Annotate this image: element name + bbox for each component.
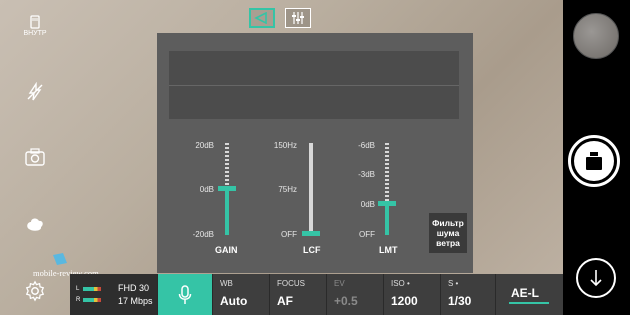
bitrate-text: 17 Mbps [118, 296, 153, 306]
flash-off-button[interactable] [20, 78, 50, 106]
lcf-knob[interactable] [302, 231, 320, 236]
resolution-text: FHD 30 [118, 283, 150, 293]
gain-tick-top: 20dB [195, 141, 214, 150]
lcf-label: LCF [303, 245, 321, 255]
storage-button[interactable]: ВНУТР [20, 12, 50, 40]
microphone-button[interactable] [158, 274, 213, 315]
video-format-cell[interactable]: L R FHD 30 17 Mbps [70, 274, 158, 315]
storage-label: ВНУТР [23, 30, 47, 37]
gain-label: GAIN [215, 245, 238, 255]
blob-shape-icon [27, 218, 43, 231]
down-arrow-icon [590, 270, 602, 287]
level-meter-l [83, 287, 101, 291]
gallery-thumbnail[interactable] [573, 13, 619, 59]
focus-value: AF [277, 294, 293, 308]
right-control-bar [563, 0, 630, 315]
iso-label: ISO • [391, 279, 410, 288]
ev-label: EV [334, 279, 345, 288]
flash-off-icon [27, 82, 43, 101]
audio-level-meter [169, 51, 459, 119]
level-label-l: L [76, 286, 80, 292]
audio-levels-icon [292, 12, 304, 24]
gain-tick-bottom: -20dB [192, 230, 214, 239]
settings-icon [25, 280, 45, 302]
shutter-speed-cell[interactable]: S • 1/30 [441, 274, 496, 315]
lcf-tick-top: 150Hz [273, 141, 297, 150]
focus-cell[interactable]: FOCUS AF [270, 274, 327, 315]
camera-shutter-icon [586, 152, 602, 170]
mode-button[interactable] [20, 210, 50, 238]
settings-button[interactable] [20, 277, 50, 305]
ev-value: +0.5 [334, 294, 358, 308]
level-label-r: R [76, 297, 81, 303]
lcf-tick-bottom: OFF [281, 230, 297, 239]
lmt-knob[interactable] [378, 201, 396, 206]
lmt-tick-1: -6dB [358, 141, 375, 150]
camera-switch-icon [25, 148, 45, 166]
wb-label: WB [220, 279, 233, 288]
iso-value: 1200 [391, 294, 418, 308]
iso-cell[interactable]: ISO • 1200 [384, 274, 441, 315]
preset-icon [53, 253, 67, 265]
lcf-tick-mid: 75Hz [278, 185, 297, 194]
ae-lock-cell[interactable]: AE-L [496, 274, 563, 315]
ae-lock-underline [509, 302, 549, 304]
wind-noise-filter-label: Фильтр шума ветра [432, 218, 464, 248]
focus-label: FOCUS [277, 279, 305, 288]
gain-tick-mid: 0dB [199, 185, 214, 194]
lmt-fill [385, 204, 389, 235]
lmt-label: LMT [379, 245, 398, 255]
audio-levels-toggle[interactable] [285, 8, 311, 28]
back-button[interactable] [576, 258, 616, 298]
audio-settings-panel: 20dB 0dB -20dB GAIN 150Hz 75Hz OFF LCF -… [157, 33, 473, 273]
lmt-tick-4: OFF [359, 230, 375, 239]
audio-mixer-icon [254, 12, 267, 24]
shutter-label: S • [448, 279, 459, 288]
lmt-tick-2: -3dB [358, 170, 375, 179]
ev-cell[interactable]: EV +0.5 [327, 274, 384, 315]
shutter-value: 1/30 [448, 294, 472, 308]
bottom-settings-bar: L R FHD 30 17 Mbps WB Auto FOCUS AF EV +… [70, 274, 563, 315]
white-balance-cell[interactable]: WB Auto [213, 274, 270, 315]
lmt-tick-3: 0dB [360, 200, 375, 209]
audio-mixer-toggle[interactable] [249, 8, 275, 28]
record-button[interactable] [568, 135, 620, 187]
storage-icon [30, 15, 40, 29]
wind-noise-filter-button[interactable]: Фильтр шума ветра [429, 213, 467, 253]
ae-lock-label: AE-L [511, 286, 539, 300]
gain-fill [225, 189, 229, 235]
camera-switch-button[interactable] [20, 143, 50, 171]
gain-knob[interactable] [218, 186, 236, 191]
level-meter-r [83, 298, 101, 302]
wb-value: Auto [220, 294, 248, 308]
microphone-icon [178, 284, 192, 304]
